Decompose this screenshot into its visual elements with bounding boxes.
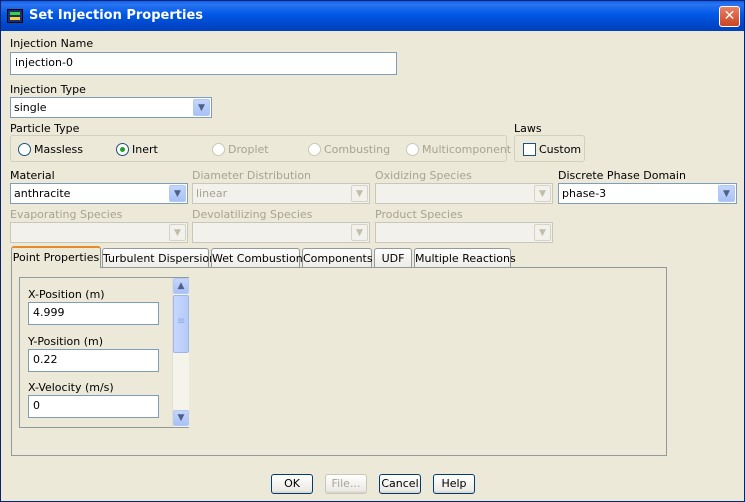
injection-type-dropdown[interactable]: single ▼ xyxy=(10,97,212,118)
close-icon: ✕ xyxy=(723,8,736,24)
particle-type-label: Particle Type xyxy=(10,122,80,135)
laws-label: Laws xyxy=(514,122,542,135)
material-dropdown[interactable]: anthracite ▼ xyxy=(10,183,188,204)
chevron-down-icon: ▼ xyxy=(534,224,551,241)
tab-multiple-reactions[interactable]: Multiple Reactions xyxy=(414,248,516,268)
help-button[interactable]: Help xyxy=(433,474,475,494)
scroll-down-icon[interactable]: ▼ xyxy=(173,410,189,426)
custom-checkbox-label: Custom xyxy=(539,143,582,156)
discrete-phase-domain-dropdown[interactable]: phase-3 ▼ xyxy=(558,183,737,204)
radio-massless-label: Massless xyxy=(34,143,83,156)
x-velocity-field[interactable]: 0 xyxy=(28,395,159,418)
oxidizing-species-dropdown: ▼ xyxy=(375,183,553,204)
chevron-down-icon[interactable]: ▼ xyxy=(169,185,186,202)
devolatilizing-species-dropdown: ▼ xyxy=(192,222,370,243)
chevron-down-icon[interactable]: ▼ xyxy=(718,185,735,202)
window-title: Set Injection Properties xyxy=(29,8,204,23)
ok-button[interactable]: OK xyxy=(271,474,313,494)
diameter-distribution-label: Diameter Distribution xyxy=(192,169,312,182)
cancel-button[interactable]: Cancel xyxy=(379,474,421,494)
injection-type-label: Injection Type xyxy=(10,83,86,96)
vertical-scrollbar[interactable]: ▲ ▼ xyxy=(172,278,189,427)
radio-icon xyxy=(308,143,321,156)
radio-inert-label: Inert xyxy=(132,143,158,156)
y-position-field[interactable]: 0.22 xyxy=(28,349,159,372)
x-position-field[interactable]: 4.999 xyxy=(28,302,159,325)
oxidizing-species-label: Oxidizing Species xyxy=(375,169,472,182)
radio-icon xyxy=(18,143,31,156)
product-species-label: Product Species xyxy=(375,208,463,221)
chevron-down-icon[interactable]: ▼ xyxy=(193,99,210,116)
scrollbar-thumb[interactable] xyxy=(173,295,189,353)
evaporating-species-dropdown: ▼ xyxy=(10,222,188,243)
injection-name-field[interactable]: injection-0 xyxy=(10,52,397,75)
app-icon xyxy=(7,9,23,23)
close-button[interactable]: ✕ xyxy=(719,6,740,27)
chevron-down-icon: ▼ xyxy=(351,185,368,202)
radio-icon xyxy=(212,143,225,156)
discrete-phase-domain-value: phase-3 xyxy=(562,187,607,200)
file-button: File... xyxy=(325,474,367,494)
x-velocity-label: X-Velocity (m/s) xyxy=(28,381,114,394)
material-value: anthracite xyxy=(14,187,71,200)
tab-components[interactable]: Components xyxy=(302,248,373,268)
title-bar[interactable]: Set Injection Properties ✕ xyxy=(1,1,744,31)
injection-name-label: Injection Name xyxy=(10,37,94,50)
diameter-distribution-value: linear xyxy=(196,187,228,200)
dialog-window: Set Injection Properties ✕ Injection Nam… xyxy=(0,0,745,502)
material-label: Material xyxy=(10,169,55,182)
particle-type-group: Massless Inert Droplet Combusting Multic… xyxy=(10,135,511,162)
chevron-down-icon: ▼ xyxy=(169,224,186,241)
tab-wet-combustion[interactable]: Wet Combustion xyxy=(211,248,303,268)
scroll-up-icon[interactable]: ▲ xyxy=(173,278,189,294)
evaporating-species-label: Evaporating Species xyxy=(10,208,123,221)
product-species-dropdown: ▼ xyxy=(375,222,553,243)
custom-checkbox[interactable] xyxy=(523,143,536,156)
diameter-distribution-dropdown: linear ▼ xyxy=(192,183,370,204)
radio-icon xyxy=(406,143,419,156)
tab-udf[interactable]: UDF xyxy=(374,248,412,268)
radio-droplet-label: Droplet xyxy=(228,143,269,156)
radio-multicomponent-label: Multicomponent xyxy=(422,143,512,156)
chevron-down-icon: ▼ xyxy=(534,185,551,202)
radio-selected-icon xyxy=(116,143,129,156)
y-position-label: Y-Position (m) xyxy=(28,335,104,348)
injection-type-value: single xyxy=(14,101,47,114)
point-properties-panel: X-Position (m) 4.999 Y-Position (m) 0.22… xyxy=(19,277,189,428)
radio-combusting-label: Combusting xyxy=(324,143,391,156)
tab-turbulent-dispersion[interactable]: Turbulent Dispersion xyxy=(102,248,216,268)
x-position-label: X-Position (m) xyxy=(28,288,105,301)
tab-point-properties[interactable]: Point Properties xyxy=(11,246,101,268)
discrete-phase-domain-label: Discrete Phase Domain xyxy=(558,169,686,182)
devolatilizing-species-label: Devolatilizing Species xyxy=(192,208,313,221)
laws-group: Custom xyxy=(514,135,585,162)
chevron-down-icon: ▼ xyxy=(351,224,368,241)
